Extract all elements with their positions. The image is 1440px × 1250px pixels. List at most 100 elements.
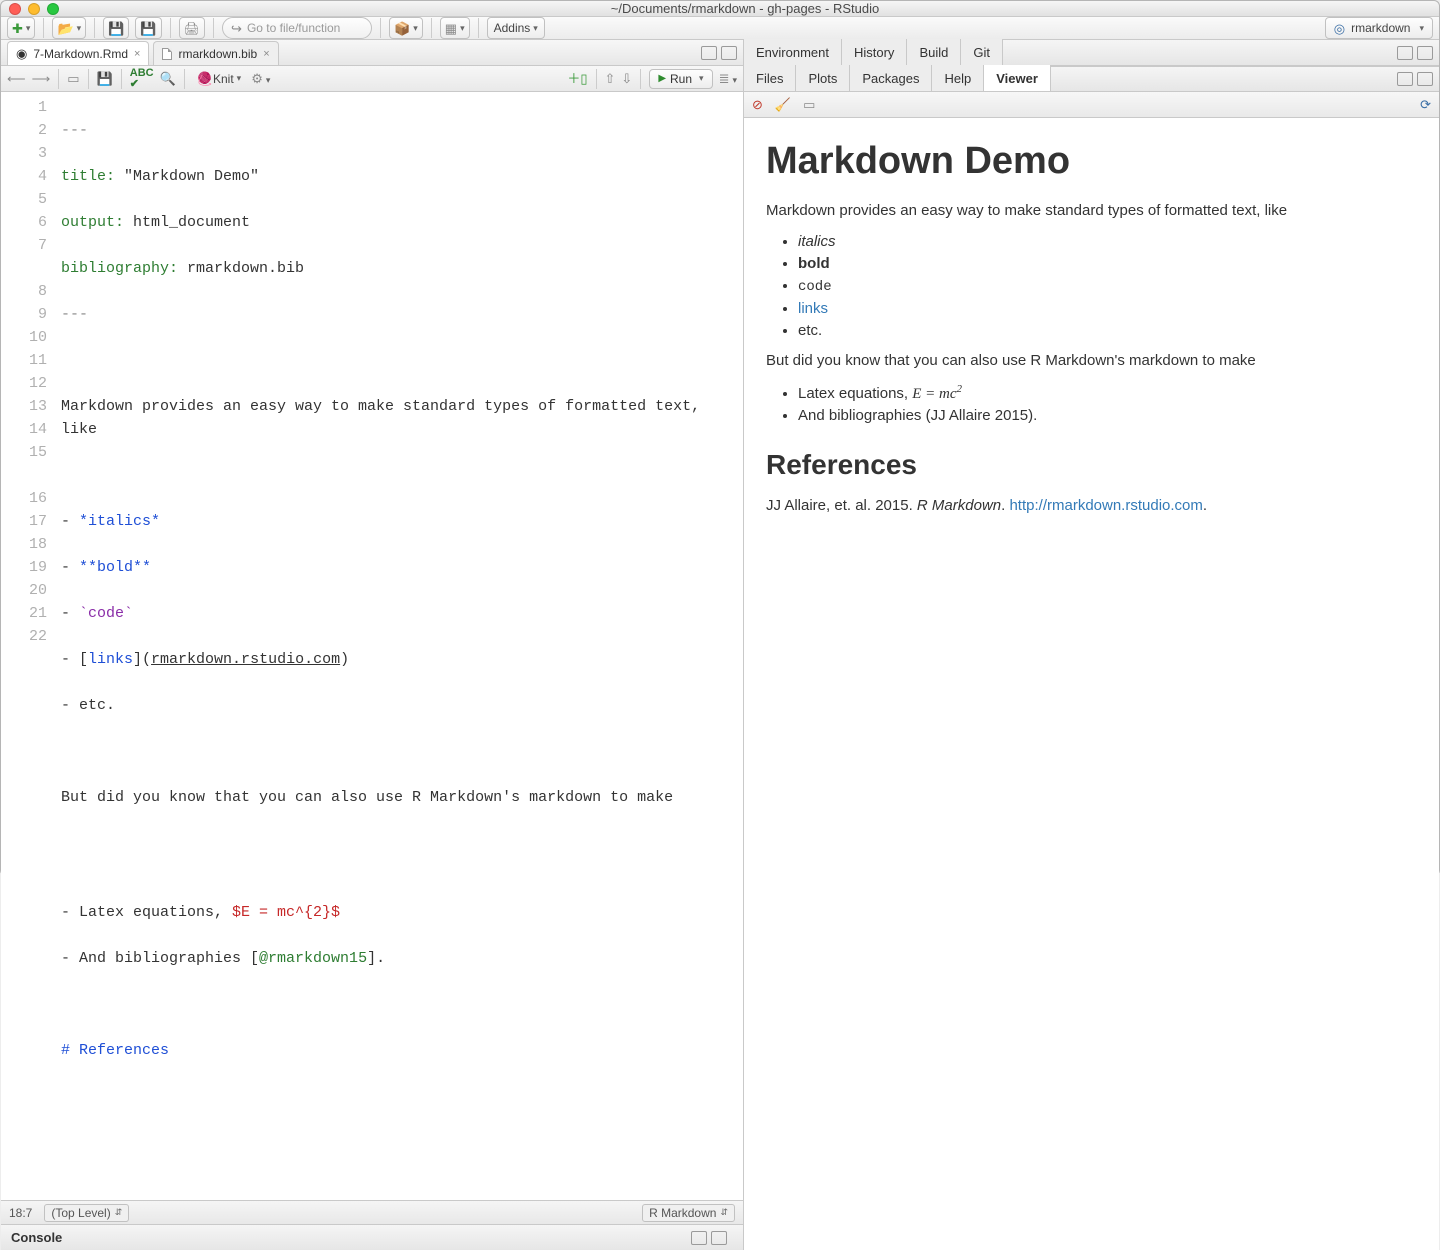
remove-viewer-icon[interactable]: ⊘ — [752, 98, 763, 111]
viewer-toolbar: ⊘ 🧹 ▭ ⟳ — [744, 92, 1439, 118]
tab-help[interactable]: Help — [932, 65, 984, 91]
list-bibliography: And bibliographies (JJ Allaire 2015). — [798, 406, 1417, 426]
publish-icon[interactable]: ≣ — [719, 72, 737, 85]
tab-label: rmarkdown.bib — [178, 47, 257, 61]
project-icon: ◎ — [1334, 22, 1345, 35]
packages-button[interactable]: 📦 — [389, 17, 423, 39]
viewer-h1: Markdown Demo — [766, 136, 1417, 187]
minimize-window[interactable] — [28, 3, 40, 15]
project-name: rmarkdown — [1351, 21, 1410, 35]
tab-file-1[interactable]: ◉ 7-Markdown.Rmd × — [7, 41, 149, 65]
zoom-window[interactable] — [47, 3, 59, 15]
maximize-pane-icon[interactable] — [721, 46, 737, 60]
tab-build[interactable]: Build — [907, 39, 961, 65]
window-controls — [9, 3, 59, 15]
next-chunk-icon[interactable]: ⇩ — [621, 72, 632, 85]
addins-button[interactable]: Addins — [487, 17, 545, 39]
knit-icon: 🧶 — [197, 72, 213, 85]
goto-placeholder: Go to file/function — [247, 21, 340, 35]
tab-label: 7-Markdown.Rmd — [33, 47, 128, 61]
open-browser-icon[interactable]: ▭ — [803, 98, 815, 111]
minimize-pane-icon[interactable] — [691, 1231, 707, 1245]
grid-button[interactable]: ▦ — [440, 17, 470, 39]
tab-plots[interactable]: Plots — [796, 65, 850, 91]
goto-file-function[interactable]: ↪ Go to file/function — [222, 17, 372, 39]
app-window: ~/Documents/rmarkdown - gh-pages - RStud… — [0, 0, 1440, 876]
clear-viewer-icon[interactable]: 🧹 — [775, 98, 791, 111]
maximize-pane-icon[interactable] — [1417, 72, 1433, 86]
prev-chunk-icon[interactable]: ⇧ — [605, 72, 616, 85]
list-links[interactable]: links — [798, 300, 828, 317]
line-gutter: 12345678910111213141516171819202122 — [1, 92, 55, 1200]
scope-indicator[interactable]: (Top Level)⇵ — [44, 1204, 129, 1222]
save-all-button[interactable]: 💾 — [135, 17, 161, 39]
viewer-p1: Markdown provides an easy way to make st… — [766, 201, 1417, 221]
save-button[interactable]: 💾 — [103, 17, 129, 39]
minimize-pane-icon[interactable] — [1397, 46, 1413, 60]
code-editor[interactable]: 12345678910111213141516171819202122 --- … — [1, 92, 743, 1200]
rmd-file-icon: ◉ — [16, 47, 27, 60]
print-button[interactable]: 🖨 — [179, 17, 206, 39]
source-pane: ◉ 7-Markdown.Rmd × rmarkdown.bib × ⟵ ⟶ — [1, 40, 744, 1250]
window-title: ~/Documents/rmarkdown - gh-pages - RStud… — [59, 1, 1431, 16]
separator — [380, 18, 381, 38]
list-bold: bold — [798, 255, 830, 272]
reference-link[interactable]: http://rmarkdown.rstudio.com — [1009, 497, 1202, 514]
list-code: code — [798, 279, 832, 295]
spellcheck-icon[interactable]: ABC✔ — [130, 68, 154, 90]
forward-icon[interactable]: ⟶ — [32, 72, 51, 85]
list-italics: italics — [798, 233, 836, 250]
separator — [170, 18, 171, 38]
tab-history[interactable]: History — [842, 39, 907, 65]
cursor-position: 18:7 — [9, 1206, 32, 1220]
goto-arrow-icon: ↪ — [231, 22, 242, 35]
tab-viewer[interactable]: Viewer — [984, 65, 1051, 91]
language-indicator[interactable]: R Markdown⇵ — [642, 1204, 735, 1222]
viewer-h2: References — [766, 446, 1417, 484]
save-icon[interactable]: 💾 — [97, 72, 113, 85]
insert-chunk-icon[interactable]: ＋▯ — [567, 72, 587, 85]
list-etc: etc. — [798, 321, 1417, 341]
close-tab-icon[interactable]: × — [263, 48, 269, 60]
new-file-button[interactable]: ✚ — [7, 17, 35, 39]
project-menu[interactable]: ◎ rmarkdown — [1325, 17, 1433, 39]
viewer-content: Markdown Demo Markdown provides an easy … — [744, 118, 1439, 1250]
separator — [478, 18, 479, 38]
editor-statusbar: 18:7 (Top Level)⇵ R Markdown⇵ — [1, 1200, 743, 1224]
tab-file-2[interactable]: rmarkdown.bib × — [153, 41, 278, 65]
file-icon — [162, 48, 172, 60]
refresh-icon[interactable]: ⟳ — [1420, 98, 1431, 111]
tab-packages[interactable]: Packages — [850, 65, 932, 91]
separator — [431, 18, 432, 38]
back-icon[interactable]: ⟵ — [7, 72, 26, 85]
tab-files[interactable]: Files — [744, 65, 796, 91]
knit-button[interactable]: 🧶 Knit — [193, 68, 245, 90]
reference-entry: JJ Allaire, et. al. 2015. R Markdown. ht… — [766, 496, 1417, 516]
close-tab-icon[interactable]: × — [134, 48, 140, 60]
minimize-pane-icon[interactable] — [1397, 72, 1413, 86]
run-button[interactable]: ▶ Run — [649, 69, 712, 89]
tab-environment[interactable]: Environment — [744, 39, 842, 65]
console-bar[interactable]: Console — [1, 1224, 743, 1250]
gear-icon[interactable]: ⚙ — [251, 72, 270, 85]
top-right-tabs: Environment History Build Git — [744, 40, 1439, 66]
main-toolbar: ✚ 📂 💾 💾 🖨 ↪ Go to file/function 📦 ▦ Addi… — [1, 17, 1439, 40]
tab-git[interactable]: Git — [961, 39, 1003, 65]
console-label: Console — [11, 1230, 62, 1245]
close-window[interactable] — [9, 3, 21, 15]
show-in-new-window-icon[interactable]: ▭ — [67, 72, 79, 85]
separator — [213, 18, 214, 38]
editor-toolbar: ⟵ ⟶ ▭ 💾 ABC✔ 🔍 🧶 Knit ⚙ ＋▯ ⇧ — [1, 66, 743, 92]
find-icon[interactable]: 🔍 — [160, 72, 176, 85]
maximize-pane-icon[interactable] — [1417, 46, 1433, 60]
list-latex: Latex equations, E = mc2 — [798, 382, 1417, 404]
minimize-pane-icon[interactable] — [701, 46, 717, 60]
titlebar: ~/Documents/rmarkdown - gh-pages - RStud… — [1, 1, 1439, 17]
code-content[interactable]: --- title: "Markdown Demo" output: html_… — [55, 92, 743, 1200]
right-panes: Environment History Build Git Files Plot… — [744, 40, 1439, 1250]
viewer-p2: But did you know that you can also use R… — [766, 351, 1417, 371]
source-tabs: ◉ 7-Markdown.Rmd × rmarkdown.bib × — [1, 40, 743, 66]
maximize-pane-icon[interactable] — [711, 1231, 727, 1245]
run-arrow-icon: ▶ — [658, 73, 666, 84]
open-file-button[interactable]: 📂 — [52, 17, 86, 39]
